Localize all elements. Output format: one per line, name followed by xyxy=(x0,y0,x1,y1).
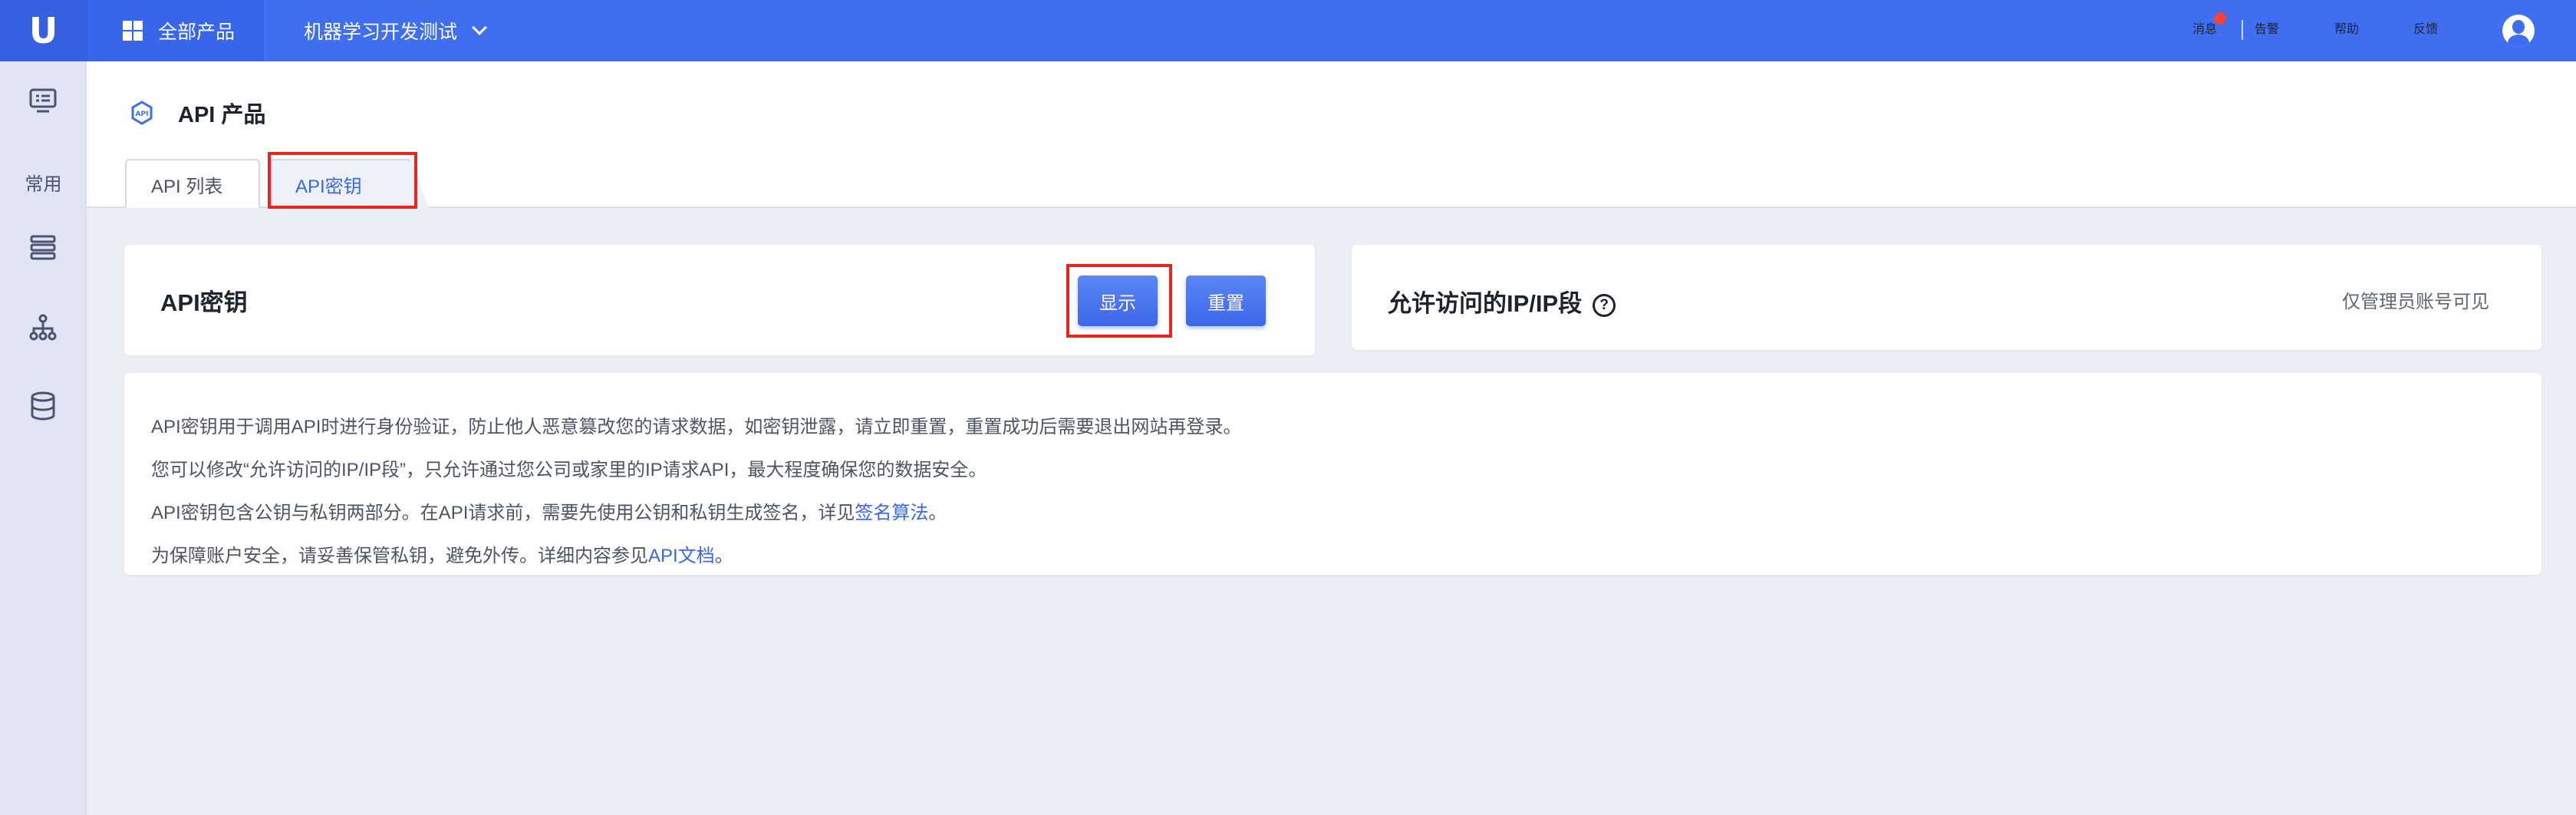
monitor-icon[interactable] xyxy=(27,84,59,117)
api-product-icon: API xyxy=(131,101,153,125)
org-chart-icon[interactable] xyxy=(27,312,59,344)
all-products-label: 全部产品 xyxy=(158,21,236,43)
help-label: 帮助 xyxy=(2334,23,2360,36)
api-key-title: API密钥 xyxy=(160,289,248,316)
logo[interactable]: U xyxy=(0,0,87,61)
project-selector[interactable]: 机器学习开发测试 xyxy=(304,0,487,61)
feedback-link[interactable]: 反馈 xyxy=(2413,18,2438,37)
messages-label: 消息 xyxy=(2192,23,2218,36)
notification-dot xyxy=(2214,12,2227,25)
topbar-divider xyxy=(2242,20,2243,40)
ip-access-title: 允许访问的IP/IP段 xyxy=(1388,290,1583,317)
messages-link[interactable]: 消息 xyxy=(2192,12,2227,37)
signature-algorithm-link[interactable]: 签名算法 xyxy=(855,503,928,523)
admin-only-note: 仅管理员账号可见 xyxy=(2342,292,2489,312)
user-avatar[interactable] xyxy=(2502,15,2535,47)
highlight-frame-show-button xyxy=(1066,264,1172,338)
ip-access-title-wrap: 允许访问的IP/IP段? xyxy=(1388,284,1616,318)
description-line-4-text: 为保障账户安全，请妥善保管私钥，避免外传。详细内容参见 xyxy=(151,546,648,566)
description-line-4: 为保障账户安全，请妥善保管私钥，避免外传。详细内容参见API文档。 xyxy=(151,540,733,567)
alarm-label: 告警 xyxy=(2255,23,2280,36)
sidebar-common-label: 常用 xyxy=(25,174,62,195)
feedback-label: 反馈 xyxy=(2413,23,2439,36)
tab-api-list[interactable]: API 列表 xyxy=(125,159,260,208)
api-docs-link[interactable]: API文档 xyxy=(648,546,715,566)
content-header: API API 产品 API 列表 API密钥 xyxy=(87,61,2576,208)
description-line-1: API密钥用于调用API时进行身份验证，防止他人恶意篡改您的请求数据，如密钥泄露… xyxy=(151,417,1242,437)
help-question-icon[interactable]: ? xyxy=(1593,293,1616,317)
ip-access-card: 允许访问的IP/IP段? 仅管理员账号可见 xyxy=(1352,245,2541,350)
description-line-2: 您可以修改“允许访问的IP/IP段”，只允许通过您公司或家里的IP请求API，最… xyxy=(151,460,987,480)
description-line-4-end: 。 xyxy=(714,546,733,566)
description-line-3: API密钥包含公钥与私钥两部分。在API请求前，需要先使用公钥和私钥生成签名，详… xyxy=(151,497,947,524)
tab-api-list-label: API 列表 xyxy=(151,176,223,197)
grid-icon xyxy=(123,21,143,41)
project-name: 机器学习开发测试 xyxy=(304,21,458,43)
description-line-3-text: API密钥包含公钥与私钥两部分。在API请求前，需要先使用公钥和私钥生成签名，详… xyxy=(151,503,855,523)
top-navigation-bar: U 全部产品 机器学习开发测试 消息 告警 帮助 反馈 xyxy=(0,0,2576,61)
description-card: API密钥用于调用API时进行身份验证，防止他人恶意篡改您的请求数据，如密钥泄露… xyxy=(124,373,2541,575)
page-title: API 产品 xyxy=(178,103,266,127)
layers-icon[interactable] xyxy=(27,232,59,264)
all-products-button[interactable]: 全部产品 xyxy=(87,0,265,61)
page-title-wrap: API API 产品 xyxy=(129,97,265,129)
svg-text:API: API xyxy=(136,111,149,118)
chevron-down-icon xyxy=(472,20,487,35)
help-link[interactable]: 帮助 xyxy=(2334,18,2359,37)
alarm-link[interactable]: 告警 xyxy=(2255,18,2279,37)
database-icon[interactable] xyxy=(27,390,59,422)
sidebar: 常用 xyxy=(0,61,87,815)
highlight-frame-tab xyxy=(268,152,417,209)
reset-key-button[interactable]: 重置 xyxy=(1186,276,1266,326)
description-line-3-end: 。 xyxy=(928,503,947,523)
logo-text: U xyxy=(28,10,58,51)
